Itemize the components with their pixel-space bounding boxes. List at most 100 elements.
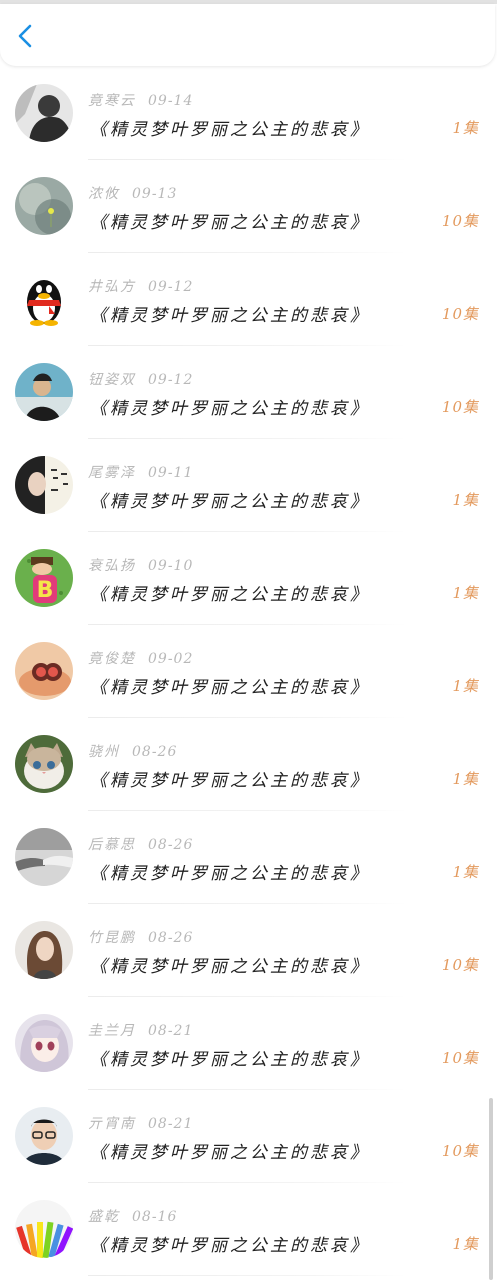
item-meta: 浓攸 09-13 xyxy=(88,183,177,203)
user-name: 尾雾泽 xyxy=(88,465,136,481)
list-item[interactable]: 盛乾 08-16 《精灵梦叶罗丽之公主的悲哀》 1集 xyxy=(0,1183,497,1276)
avatar-dandelion xyxy=(15,177,73,235)
avatar-hands xyxy=(15,828,73,886)
item-date: 09-10 xyxy=(148,558,194,574)
item-date: 08-21 xyxy=(148,1023,194,1039)
episode-count: 10集 xyxy=(441,398,479,416)
user-name: 衰弘扬 xyxy=(88,558,136,574)
user-name: 浓攸 xyxy=(88,186,120,202)
item-title: 《精灵梦叶罗丽之公主的悲哀》 xyxy=(90,120,370,140)
viewer-list: 竟寒云 09-14 《精灵梦叶罗丽之公主的悲哀》 1集 浓攸 09-13 《精灵梦叶… xyxy=(0,67,497,1276)
item-meta: 后慕思 08-26 xyxy=(88,834,193,854)
avatar[interactable] xyxy=(15,1107,73,1165)
scrollbar[interactable] xyxy=(489,1098,493,1280)
user-name: 竹昆鹏 xyxy=(88,930,136,946)
item-meta: 钮姿双 09-12 xyxy=(88,369,193,389)
item-title: 《精灵梦叶罗丽之公主的悲哀》 xyxy=(90,1143,370,1163)
svg-text:B: B xyxy=(37,578,54,603)
item-meta: 竟寒云 09-14 xyxy=(88,90,193,110)
avatar-girl-calligraphy xyxy=(15,456,73,514)
list-item[interactable]: B 衰弘扬 09-10 《精灵梦叶罗丽之公主的悲哀》 1集 xyxy=(0,532,497,625)
avatar[interactable]: B xyxy=(15,549,73,607)
episode-count: 10集 xyxy=(441,212,479,230)
avatar[interactable] xyxy=(15,270,73,328)
item-title: 《精灵梦叶罗丽之公主的悲哀》 xyxy=(90,1236,370,1256)
item-meta: 圭兰月 08-21 xyxy=(88,1020,193,1040)
item-title: 《精灵梦叶罗丽之公主的悲哀》 xyxy=(90,678,370,698)
item-date: 09-11 xyxy=(148,465,194,481)
list-item[interactable]: 钮姿双 09-12 《精灵梦叶罗丽之公主的悲哀》 10集 xyxy=(0,346,497,439)
avatar[interactable] xyxy=(15,735,73,793)
episode-count: 10集 xyxy=(441,1049,479,1067)
episode-count: 1集 xyxy=(452,491,479,509)
avatar[interactable] xyxy=(15,828,73,886)
item-meta: 骁州 08-26 xyxy=(88,741,177,761)
episode-count: 10集 xyxy=(441,956,479,974)
avatar[interactable] xyxy=(15,921,73,979)
chevron-left-icon xyxy=(18,24,32,48)
item-title: 《精灵梦叶罗丽之公主的悲哀》 xyxy=(90,306,370,326)
item-meta: 亓宵南 08-21 xyxy=(88,1113,193,1133)
item-date: 09-02 xyxy=(148,651,194,667)
avatar-kitten xyxy=(15,735,73,793)
list-item[interactable]: 圭兰月 08-21 《精灵梦叶罗丽之公主的悲哀》 10集 xyxy=(0,997,497,1090)
user-name: 钮姿双 xyxy=(88,372,136,388)
avatar[interactable] xyxy=(15,642,73,700)
avatar-man-glasses xyxy=(15,1107,73,1165)
list-item[interactable]: 竟寒云 09-14 《精灵梦叶罗丽之公主的悲哀》 1集 xyxy=(0,67,497,160)
item-date: 08-26 xyxy=(148,930,194,946)
item-title: 《精灵梦叶罗丽之公主的悲哀》 xyxy=(90,213,370,233)
avatar[interactable] xyxy=(15,1200,73,1258)
episode-count: 1集 xyxy=(452,770,479,788)
item-date: 08-26 xyxy=(132,744,178,760)
divider xyxy=(88,1275,407,1276)
avatar-man-photo xyxy=(15,363,73,421)
episode-count: 1集 xyxy=(452,584,479,602)
avatar-anime-girl xyxy=(15,1014,73,1072)
avatar[interactable] xyxy=(15,84,73,142)
avatar[interactable] xyxy=(15,363,73,421)
avatar-cup xyxy=(15,642,73,700)
item-meta: 井弘方 09-12 xyxy=(88,276,193,296)
avatar[interactable] xyxy=(15,177,73,235)
item-date: 08-16 xyxy=(132,1209,178,1225)
item-title: 《精灵梦叶罗丽之公主的悲哀》 xyxy=(90,399,370,419)
avatar-qq-penguin xyxy=(15,270,73,328)
item-meta: 尾雾泽 09-11 xyxy=(88,462,193,482)
avatar-woman-hair xyxy=(15,921,73,979)
list-item[interactable]: 亓宵南 08-21 《精灵梦叶罗丽之公主的悲哀》 10集 xyxy=(0,1090,497,1183)
avatar[interactable] xyxy=(15,1014,73,1072)
item-date: 09-13 xyxy=(132,186,178,202)
list-item[interactable]: 竹昆鹏 08-26 《精灵梦叶罗丽之公主的悲哀》 10集 xyxy=(0,904,497,997)
back-button[interactable] xyxy=(10,20,42,52)
list-item[interactable]: 井弘方 09-12 《精灵梦叶罗丽之公主的悲哀》 10集 xyxy=(0,253,497,346)
item-title: 《精灵梦叶罗丽之公主的悲哀》 xyxy=(90,864,370,884)
item-title: 《精灵梦叶罗丽之公主的悲哀》 xyxy=(90,771,370,791)
avatar-bw-portrait xyxy=(15,84,73,142)
top-nav-bar xyxy=(0,4,495,66)
avatar[interactable] xyxy=(15,456,73,514)
user-name: 亓宵南 xyxy=(88,1116,136,1132)
list-item[interactable]: 后慕思 08-26 《精灵梦叶罗丽之公主的悲哀》 1集 xyxy=(0,811,497,904)
item-meta: 竟俊楚 09-02 xyxy=(88,648,193,668)
list-item[interactable]: 尾雾泽 09-11 《精灵梦叶罗丽之公主的悲哀》 1集 xyxy=(0,439,497,532)
user-name: 骁州 xyxy=(88,744,120,760)
list-item[interactable]: 竟俊楚 09-02 《精灵梦叶罗丽之公主的悲哀》 1集 xyxy=(0,625,497,718)
episode-count: 1集 xyxy=(452,1235,479,1253)
user-name: 圭兰月 xyxy=(88,1023,136,1039)
list-item[interactable]: 骁州 08-26 《精灵梦叶罗丽之公主的悲哀》 1集 xyxy=(0,718,497,811)
item-date: 08-26 xyxy=(148,837,194,853)
item-meta: 衰弘扬 09-10 xyxy=(88,555,193,575)
item-meta: 盛乾 08-16 xyxy=(88,1206,177,1226)
item-meta: 竹昆鹏 08-26 xyxy=(88,927,193,947)
episode-count: 10集 xyxy=(441,1142,479,1160)
item-title: 《精灵梦叶罗丽之公主的悲哀》 xyxy=(90,585,370,605)
item-date: 09-14 xyxy=(148,93,194,109)
avatar-letter-b: B xyxy=(15,549,73,607)
user-name: 竟俊楚 xyxy=(88,651,136,667)
list-item[interactable]: 浓攸 09-13 《精灵梦叶罗丽之公主的悲哀》 10集 xyxy=(0,160,497,253)
avatar-pencils xyxy=(15,1200,73,1258)
episode-count: 1集 xyxy=(452,863,479,881)
item-title: 《精灵梦叶罗丽之公主的悲哀》 xyxy=(90,492,370,512)
item-date: 08-21 xyxy=(148,1116,194,1132)
